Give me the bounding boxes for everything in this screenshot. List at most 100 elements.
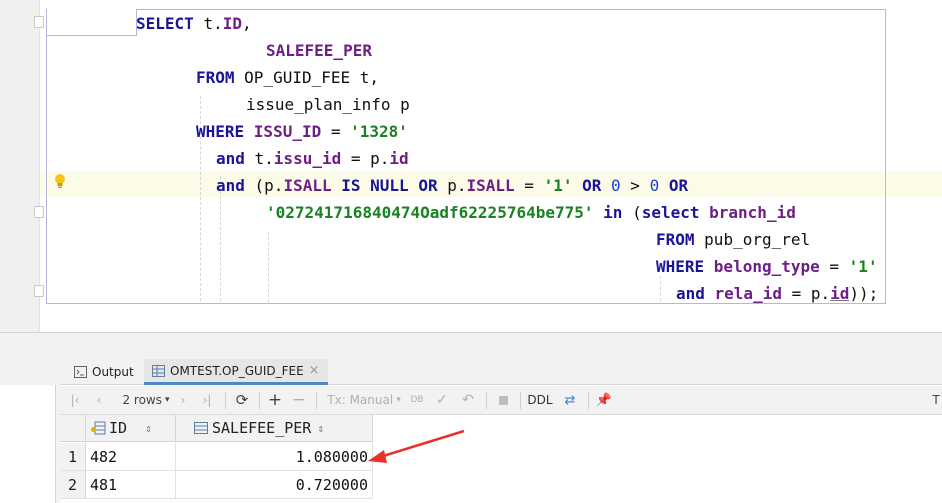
code-line: and t.issu_id = p.id xyxy=(216,145,409,172)
results-grid[interactable]: ID ⇕ SALEFEE_PER ⇕ 1 482 1.080000 2 481 … xyxy=(60,415,942,503)
editor-gutter xyxy=(0,0,40,332)
code-token: = xyxy=(321,122,351,141)
tx-mode-label: Tx: Manual xyxy=(327,393,394,407)
code-token: , xyxy=(241,14,252,33)
code-line: FROM pub_org_rel xyxy=(656,226,810,253)
services-tree[interactable] xyxy=(0,385,56,503)
ddl-button[interactable]: DDL xyxy=(526,386,554,414)
db-icon[interactable]: DB xyxy=(408,386,426,414)
code-token: and xyxy=(216,149,255,168)
refresh-icon[interactable]: ⟳ xyxy=(232,386,252,414)
rollback-icon[interactable]: ↶ xyxy=(458,386,478,414)
code-token: id xyxy=(389,149,409,168)
fold-marker-icon[interactable] xyxy=(34,16,44,28)
code-token: rela_id xyxy=(714,284,782,303)
commit-check-icon[interactable]: ✓ xyxy=(432,386,452,414)
output-icon xyxy=(74,366,87,378)
code-token: SALEFEE_PER xyxy=(266,41,372,60)
code-token: = xyxy=(514,176,544,195)
code-token: ISSU_ID xyxy=(253,122,322,141)
panel-splitter[interactable] xyxy=(0,332,942,359)
table-icon xyxy=(152,364,165,377)
code-line: and (p.ISALL IS NULL OR p.ISALL = '1' OR… xyxy=(216,172,688,199)
code-token: pub_org_rel xyxy=(704,230,811,249)
row-number[interactable]: 1 xyxy=(60,443,86,471)
code-token: FROM xyxy=(196,68,245,87)
row-number[interactable]: 2 xyxy=(60,471,86,499)
last-page-icon[interactable]: ›| xyxy=(198,386,216,414)
code-token: OP_GUID_FEE t, xyxy=(244,68,380,87)
code-token: OR xyxy=(582,176,612,195)
code-token: > xyxy=(620,176,650,195)
delete-row-icon[interactable]: − xyxy=(289,386,309,414)
code-token: )); xyxy=(849,284,879,303)
code-token: OR xyxy=(668,176,689,195)
toolbar-separator xyxy=(486,392,487,409)
column-icon xyxy=(194,422,208,434)
code-token: ID xyxy=(222,14,242,33)
chevron-down-icon: ▾ xyxy=(396,395,401,405)
table-cell-id[interactable]: 482 xyxy=(86,443,176,471)
code-token: IS NULL OR xyxy=(341,176,448,195)
code-token: t. xyxy=(254,149,274,168)
code-line: SALEFEE_PER xyxy=(266,37,372,64)
stop-icon[interactable] xyxy=(494,386,512,414)
add-row-icon[interactable]: + xyxy=(265,386,285,414)
code-token: issue_plan_info p xyxy=(246,95,410,114)
fold-marker-icon[interactable] xyxy=(34,285,44,297)
code-token: = xyxy=(819,257,849,276)
code-token: '1' xyxy=(543,176,573,195)
code-token: = p. xyxy=(341,149,390,168)
previous-page-icon[interactable]: ‹ xyxy=(90,386,108,414)
table-cell-salefee-per[interactable]: 0.720000 xyxy=(176,471,373,499)
tab-output[interactable]: Output xyxy=(70,359,138,385)
first-page-icon[interactable]: |‹ xyxy=(66,386,84,414)
table-cell-id[interactable]: 481 xyxy=(86,471,176,499)
code-line: SELECT t.ID, xyxy=(136,10,252,37)
annotation-arrow xyxy=(368,429,465,463)
code-token: (p. xyxy=(254,176,284,195)
indent-guide xyxy=(268,232,269,302)
table-cell-salefee-per[interactable]: 1.080000 xyxy=(176,443,373,471)
column-label: ID xyxy=(109,419,128,437)
code-token: and xyxy=(216,176,255,195)
column-header-id[interactable]: ID ⇕ xyxy=(86,415,176,442)
toolbar-separator xyxy=(316,392,317,409)
column-header-salefee-per[interactable]: SALEFEE_PER ⇕ xyxy=(176,415,373,442)
code-line: '027241716840474Oadf62225764be775' in (s… xyxy=(266,199,796,226)
code-line: FROM OP_GUID_FEE t, xyxy=(196,64,379,91)
row-number-header xyxy=(60,415,86,442)
close-icon[interactable]: × xyxy=(309,363,320,378)
pin-icon[interactable]: 📌 xyxy=(594,386,614,414)
code-token: id xyxy=(830,284,850,303)
code-token: ( xyxy=(632,203,642,222)
sql-editor[interactable]: SELECT t.ID, SALEFEE_PER FROM OP_GUID_FE… xyxy=(0,0,942,332)
code-token: '1' xyxy=(848,257,878,276)
sort-icon[interactable]: ⇕ xyxy=(145,422,152,435)
sort-icon[interactable]: ⇕ xyxy=(317,422,324,435)
code-token: ISALL xyxy=(283,176,332,195)
rows-count-label: 2 rows xyxy=(122,393,162,407)
code-token: p. xyxy=(447,176,467,195)
code-token: select xyxy=(641,203,710,222)
next-page-icon[interactable]: › xyxy=(174,386,192,414)
chevron-down-icon: ▾ xyxy=(165,395,170,405)
tab-omtest-op-guid-fee[interactable]: OMTEST.OP_GUID_FEE × xyxy=(144,359,328,385)
code-token: '1328' xyxy=(350,122,408,141)
compare-arrows-icon[interactable]: ⇄ xyxy=(560,386,580,414)
code-token: '027241716840474Oadf62225764be775' xyxy=(266,203,594,222)
code-token: 0 xyxy=(649,176,660,195)
transaction-mode-dropdown[interactable]: Tx: Manual ▾ xyxy=(326,386,402,414)
code-token: branch_id xyxy=(709,203,796,222)
toolbar-separator xyxy=(259,392,260,409)
fold-marker-icon[interactable] xyxy=(34,206,44,218)
code-token: 0 xyxy=(611,176,621,195)
code-line: WHERE belong_type = '1' xyxy=(656,253,878,280)
code-token: ISALL xyxy=(466,176,515,195)
rows-count-dropdown[interactable]: 2 rows ▾ xyxy=(116,386,176,414)
code-token: issu_id xyxy=(273,149,342,168)
key-column-icon xyxy=(91,421,106,435)
